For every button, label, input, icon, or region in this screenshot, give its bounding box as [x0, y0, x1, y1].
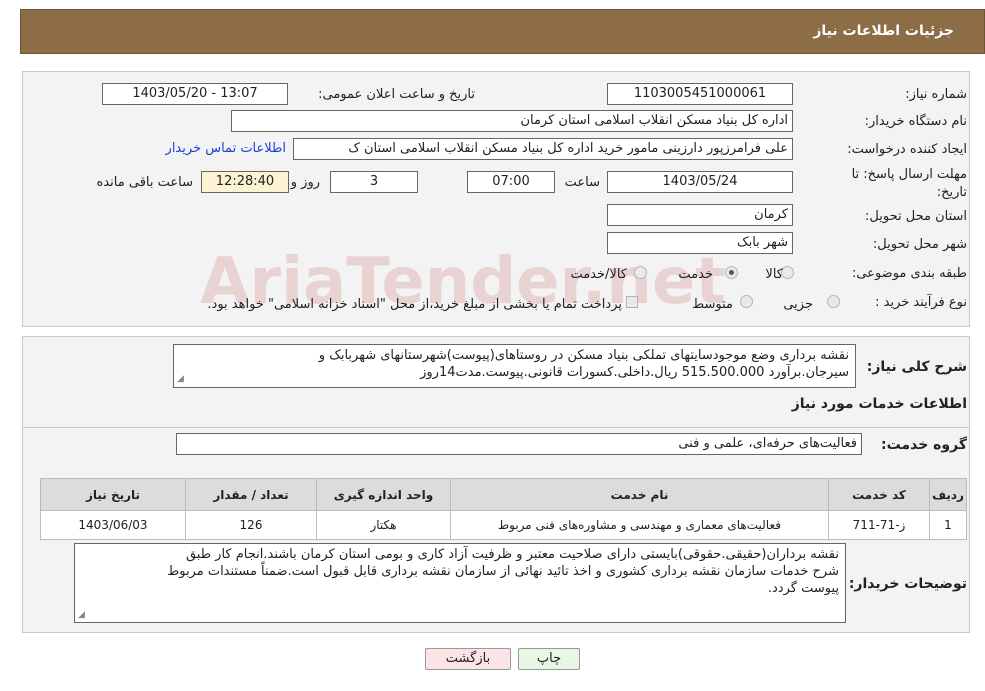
deadline-time-label: ساعت — [564, 175, 600, 190]
buyer-notes-label: توضیحات خریدار: — [848, 576, 967, 592]
announce-date-label: تاریخ و ساعت اعلان عمومی: — [318, 87, 475, 102]
watermark: AriaTender.net — [200, 245, 800, 335]
buyer-notes-line2: شرح خدمات سازمان نقشه برداری کشوری و اخذ… — [167, 564, 839, 579]
category-service-radio[interactable] — [725, 266, 738, 279]
creator-field: علی فرامرزپور دارزینی مامور خرید اداره ک… — [293, 138, 793, 160]
col-row: ردیف — [929, 478, 967, 511]
col-qty: تعداد / مقدار — [185, 478, 317, 511]
table-header-row: ردیف کد خدمت نام خدمت واحد اندازه گیری ت… — [40, 478, 967, 511]
city-field: شهر بابک — [607, 232, 793, 254]
need-number-field: 1103005451000061 — [607, 83, 793, 105]
summary-line2: سیرجان.برآورد 515.500.000 ریال.داخلی.کسو… — [420, 365, 849, 380]
col-unit: واحد اندازه گیری — [316, 478, 451, 511]
page-title: جزئیات اطلاعات نیاز — [813, 23, 954, 39]
province-field: کرمان — [607, 204, 793, 226]
payment-note: پرداخت تمام یا بخشی از مبلغ خرید،از محل … — [207, 297, 622, 312]
deadline-label-line2: تاریخ: — [936, 185, 967, 200]
province-label: استان محل تحویل: — [865, 209, 967, 224]
payment-checkbox[interactable] — [626, 296, 638, 308]
cell-code: ز-71-711 — [828, 510, 930, 540]
category-goods-service-radio[interactable] — [634, 266, 647, 279]
buyer-notes-line1: نقشه برداران(حقیقی.حقوقی)بایستی دارای صل… — [185, 547, 839, 562]
process-medium-radio[interactable] — [740, 295, 753, 308]
buyer-org-label: نام دستگاه خریدار: — [864, 114, 967, 129]
buyer-notes-line3: پیوست گردد. — [767, 581, 839, 596]
summary-line1: نقشه برداری وضع موجودسایتهای تملکی بنیاد… — [318, 348, 849, 363]
days-field: 3 — [330, 171, 418, 193]
process-minor-radio[interactable] — [827, 295, 840, 308]
buyer-contact-link[interactable]: اطلاعات تماس خریدار — [166, 141, 286, 156]
services-table: ردیف کد خدمت نام خدمت واحد اندازه گیری ت… — [40, 478, 967, 540]
resize-grip-icon[interactable]: ◢ — [177, 375, 185, 384]
deadline-time-field: 07:00 — [467, 171, 555, 193]
services-table-wrap: ردیف کد خدمت نام خدمت واحد اندازه گیری ت… — [40, 478, 967, 540]
days-label: روز و — [290, 175, 320, 190]
process-label: نوع فرآیند خرید : — [875, 295, 967, 310]
city-label: شهر محل تحویل: — [872, 237, 967, 252]
deadline-date-field: 1403/05/24 — [607, 171, 793, 193]
creator-label: ایجاد کننده درخواست: — [847, 142, 967, 157]
cell-name: فعالیت‌های معماری و مهندسی و مشاوره‌های … — [450, 510, 829, 540]
buyer-org-field: اداره کل بنیاد مسکن انقلاب اسلامی استان … — [231, 110, 793, 132]
print-button[interactable]: چاپ — [518, 648, 580, 670]
services-section-title: اطلاعات خدمات مورد نیاز — [791, 396, 967, 412]
col-date: تاریخ نیاز — [40, 478, 186, 511]
page-header: جزئیات اطلاعات نیاز — [20, 9, 985, 54]
category-goods-service-label: کالا/خدمت — [570, 267, 627, 282]
category-goods-label: کالا — [765, 267, 783, 282]
cell-unit: هکتار — [316, 510, 451, 540]
service-group-label: گروه خدمت: — [881, 437, 967, 453]
col-name: نام خدمت — [450, 478, 829, 511]
buyer-notes-textarea: نقشه برداران(حقیقی.حقوقی)بایستی دارای صل… — [74, 543, 846, 623]
process-minor-label: جزیی — [783, 297, 813, 312]
deadline-label-line1: مهلت ارسال پاسخ: تا — [851, 167, 967, 182]
remaining-time-label: ساعت باقی مانده — [96, 175, 193, 190]
announce-date-field: 1403/05/20 - 13:07 — [102, 83, 288, 105]
resize-grip-icon[interactable]: ◢ — [78, 611, 86, 620]
cell-date: 1403/06/03 — [40, 510, 186, 540]
summary-textarea: نقشه برداری وضع موجودسایتهای تملکی بنیاد… — [173, 344, 856, 388]
col-code: کد خدمت — [828, 478, 930, 511]
deadline-label: مهلت ارسال پاسخ: تا تاریخ: — [852, 166, 967, 202]
cell-qty: 126 — [185, 510, 317, 540]
table-row: 1 ز-71-711 فعالیت‌های معماری و مهندسی و … — [40, 510, 967, 540]
category-service-label: خدمت — [678, 267, 713, 282]
remaining-time-field: 12:28:40 — [201, 171, 289, 193]
service-group-field: فعالیت‌های حرفه‌ای، علمی و فنی — [176, 433, 862, 455]
category-label: طبقه بندی موضوعی: — [851, 266, 967, 281]
back-button[interactable]: بازگشت — [425, 648, 511, 670]
process-medium-label: متوسط — [692, 297, 733, 312]
need-number-label: شماره نیاز: — [905, 87, 967, 102]
cell-row: 1 — [929, 510, 967, 540]
summary-label: شرح کلی نیاز: — [866, 359, 967, 375]
